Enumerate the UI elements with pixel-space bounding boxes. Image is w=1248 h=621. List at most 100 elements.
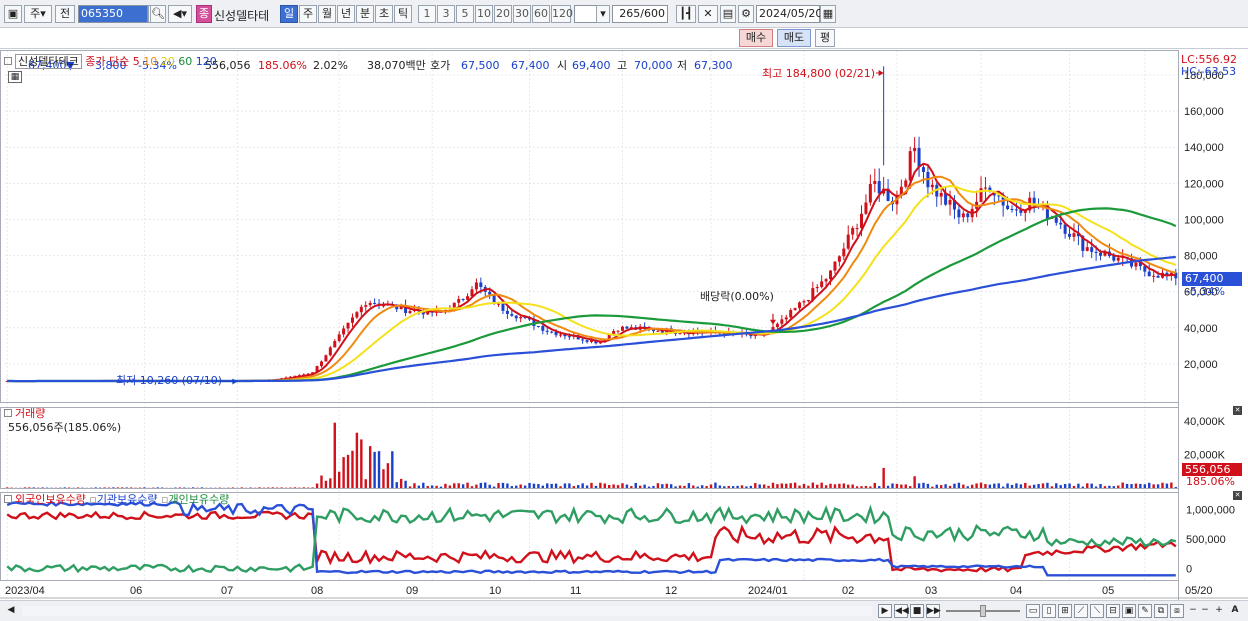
search-icon[interactable]: 🔍︎ <box>150 5 166 23</box>
gear-icon[interactable]: ⚙ <box>738 5 754 23</box>
volume-bar <box>802 483 806 488</box>
panel-toggle-icon[interactable] <box>4 495 12 503</box>
count-field[interactable]: 265/600 <box>612 5 668 23</box>
candle-body <box>842 248 846 257</box>
volume-bar <box>422 482 425 488</box>
interval-tab[interactable]: 3 <box>437 5 455 23</box>
scroll-track[interactable] <box>22 606 872 616</box>
eval-button[interactable]: 평 <box>815 29 835 47</box>
volume-bar <box>913 476 916 488</box>
period-tab[interactable]: 주 <box>299 5 317 23</box>
interval-tab[interactable]: 30 <box>513 5 531 23</box>
low-arrowhead <box>232 378 238 385</box>
candle-icon[interactable]: ┃┫ <box>676 5 696 23</box>
table-icon[interactable]: ▦ <box>8 71 22 83</box>
layout-split-icon[interactable]: ▯ <box>1042 604 1056 618</box>
period-tab[interactable]: 월 <box>318 5 336 23</box>
stock-code-input[interactable]: 065350 <box>78 5 148 23</box>
copy-icon[interactable]: ⧉ <box>1154 604 1168 618</box>
interval-tab[interactable]: 1 <box>418 5 436 23</box>
period-tab[interactable]: 년 <box>337 5 355 23</box>
individual-label: 개인보유수량 <box>168 493 230 506</box>
annotate-icon[interactable]: ✎ <box>1138 604 1152 618</box>
zoom-slider-handle[interactable] <box>980 605 986 617</box>
draw-tool-icon[interactable]: ⟍ <box>1090 604 1104 618</box>
volume-bar <box>1174 487 1177 488</box>
candle-body <box>789 310 793 318</box>
chart-area[interactable]: 180,000 160,000 140,000 120,000 100,000 80,00… <box>0 50 1248 601</box>
volume-bar <box>1050 486 1054 488</box>
crosshair-icon[interactable]: ✕ <box>698 5 718 23</box>
ma60-label: 60 <box>178 55 193 68</box>
volume-bar <box>258 487 261 488</box>
period-tab[interactable]: 틱 <box>394 5 412 23</box>
interval-tab[interactable]: 10 <box>475 5 493 23</box>
screen-icon[interactable]: ▣ <box>1122 604 1136 618</box>
prev-button[interactable]: 전 <box>55 5 75 23</box>
stop-icon[interactable]: ■ <box>910 604 924 618</box>
volume-bar <box>1139 483 1142 488</box>
interval-dropdown-icon[interactable]: ▾ <box>596 5 610 23</box>
volume-bars <box>6 422 1177 488</box>
mode-select[interactable]: 주▾ <box>24 5 52 23</box>
volume-value-label: 556,056주(185.06%) <box>8 421 122 434</box>
date-field[interactable]: 2024/05/20 <box>756 5 822 23</box>
volume-bar <box>267 487 270 488</box>
speaker-icon[interactable]: ◀▾ <box>168 5 192 23</box>
panel-toggle-icon[interactable] <box>4 409 12 417</box>
window-icon[interactable]: ▣ <box>4 5 22 23</box>
calendar-icon[interactable]: ▦ <box>820 5 836 23</box>
scroll-left-icon[interactable]: ◀ <box>4 604 18 618</box>
zoom-in-icon[interactable]: + <box>1212 604 1226 618</box>
panel-toggle-icon[interactable] <box>4 57 12 65</box>
volume-bar <box>337 471 341 488</box>
chart-svg[interactable]: 180,000160,000140,000120,000100,00080,00… <box>0 50 1248 601</box>
hc-label: HC:-63.53 <box>1181 65 1237 78</box>
mode-label: 주 <box>30 7 41 20</box>
buy-button[interactable]: 매수 <box>739 29 773 47</box>
volume-bar <box>417 485 421 488</box>
close-icon[interactable]: ✕ <box>1233 406 1242 415</box>
period-tab[interactable]: 분 <box>356 5 374 23</box>
volume-bar <box>829 483 832 488</box>
sell-button[interactable]: 매도 <box>777 29 811 47</box>
layout-icon[interactable]: ▭ <box>1026 604 1040 618</box>
interval-tab[interactable]: 60 <box>532 5 550 23</box>
volume-bar <box>957 482 961 488</box>
select-icon[interactable]: ⊟ <box>1106 604 1120 618</box>
volume-bar <box>391 451 394 488</box>
period-tab[interactable]: 일 <box>280 5 298 23</box>
stock-name: 신성델타테 <box>214 9 270 23</box>
candle-body <box>342 328 346 335</box>
draw-line-icon[interactable]: ⟋ <box>1074 604 1088 618</box>
volume-bar <box>886 485 890 488</box>
scroll-right-icon[interactable]: ▶ <box>878 604 892 618</box>
high-annotation: 최고 184,800 (02/21) <box>762 67 876 80</box>
interval-tab[interactable]: 120 <box>551 5 573 23</box>
interval-tab[interactable]: 20 <box>494 5 512 23</box>
volume-bar <box>1010 484 1014 488</box>
period-tab[interactable]: 초 <box>375 5 393 23</box>
holding-tick-label: 1,000,000 <box>1186 505 1235 517</box>
save-icon[interactable]: ▤ <box>720 5 736 23</box>
volume-bar <box>754 483 757 488</box>
tool-icon[interactable]: ⊞ <box>1058 604 1072 618</box>
candle-body <box>355 312 359 318</box>
volume-bar <box>838 483 841 488</box>
volume-bar <box>554 483 558 488</box>
paste-icon[interactable]: ⧈ <box>1170 604 1184 618</box>
zoom-out-icon[interactable]: − <box>1198 604 1212 618</box>
volume-bar <box>979 482 983 488</box>
interval-tab[interactable]: 5 <box>456 5 474 23</box>
candle-body <box>806 299 810 302</box>
auto-icon[interactable]: A <box>1228 604 1242 618</box>
indicator-badge[interactable]: 종 <box>196 5 212 23</box>
forward-icon[interactable]: ▶▶ <box>926 604 941 618</box>
close-icon[interactable]: ✕ <box>1233 491 1242 500</box>
rewind-icon[interactable]: ◀◀ <box>894 604 909 618</box>
volume-bar <box>537 484 540 488</box>
volume-bar <box>966 486 969 488</box>
volume-bar <box>736 485 739 488</box>
candle-body <box>1116 257 1120 261</box>
volume-bar <box>519 484 522 488</box>
